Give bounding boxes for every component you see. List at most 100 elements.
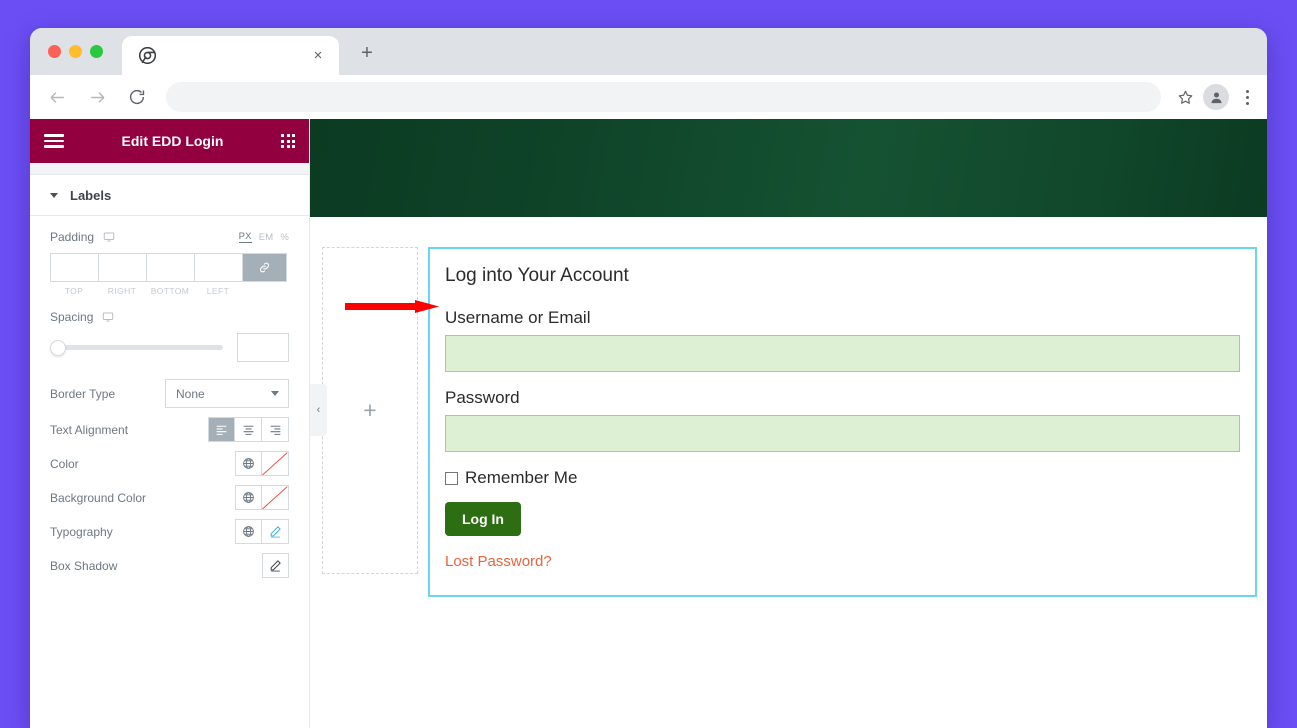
form-title: Log into Your Account	[445, 265, 629, 286]
new-tab-button[interactable]: +	[355, 41, 379, 65]
pencil-icon[interactable]	[262, 519, 289, 544]
close-tab-icon[interactable]: ×	[309, 46, 327, 64]
section-labels-header[interactable]: Labels	[30, 175, 309, 216]
browser-toolbar	[30, 75, 1267, 119]
panel-collapse-handle[interactable]: ‹	[310, 384, 327, 436]
section-title: Labels	[70, 187, 112, 203]
text-alignment-label: Text Alignment	[50, 422, 129, 437]
padding-units: PX EM %	[238, 231, 289, 243]
box-shadow-label: Box Shadow	[50, 558, 118, 573]
background-color-label: Background Color	[50, 490, 147, 505]
globe-icon[interactable]	[235, 519, 262, 544]
chrome-logo-icon	[138, 46, 157, 65]
password-input[interactable]	[445, 415, 1240, 452]
panel-subbar	[30, 163, 309, 175]
spacing-value-input[interactable]	[237, 333, 289, 362]
page-viewport: Edit EDD Login Labels Padding PX EM % TO…	[30, 119, 1267, 728]
control-typography: Typography	[50, 519, 289, 544]
padding-top-input[interactable]	[50, 253, 98, 282]
empty-column-dropzone[interactable]: +	[322, 247, 418, 574]
padding-label: Padding	[50, 230, 95, 244]
elementor-panel: Edit EDD Login Labels Padding PX EM % TO…	[30, 119, 310, 728]
padding-legend-left: LEFT	[206, 286, 230, 296]
color-none-swatch[interactable]	[262, 451, 289, 476]
control-box-shadow: Box Shadow	[50, 553, 289, 578]
panel-header: Edit EDD Login	[30, 119, 309, 163]
unit-percent[interactable]: %	[280, 232, 289, 243]
username-input[interactable]	[445, 335, 1240, 372]
maximize-window-button[interactable]	[90, 45, 103, 58]
monitor-icon[interactable]	[103, 231, 115, 243]
remember-me-row[interactable]: Remember Me	[445, 468, 1240, 488]
control-padding-header: Padding PX EM %	[50, 230, 289, 244]
padding-inputs	[50, 253, 289, 282]
edd-login-widget[interactable]: Log into Your Account Username or Email …	[428, 247, 1257, 597]
window-traffic-lights	[48, 45, 103, 58]
link-icon[interactable]	[242, 253, 287, 282]
back-icon[interactable]	[42, 82, 72, 112]
remember-me-label: Remember Me	[465, 468, 578, 487]
hero-banner	[310, 119, 1267, 217]
close-window-button[interactable]	[48, 45, 61, 58]
control-color: Color	[50, 451, 289, 476]
star-icon[interactable]	[1171, 83, 1199, 111]
text-alignment-group	[208, 417, 289, 442]
spacing-label: Spacing	[50, 310, 94, 324]
unit-em[interactable]: EM	[259, 232, 274, 243]
spacing-slider[interactable]	[50, 339, 223, 356]
align-left-icon[interactable]	[208, 417, 235, 442]
control-border-type: Border Type None	[50, 379, 289, 408]
add-widget-icon[interactable]: +	[363, 399, 376, 422]
border-type-value: None	[176, 386, 205, 401]
address-bar[interactable]	[166, 82, 1161, 112]
padding-legend-bottom: BOTTOM	[150, 286, 190, 296]
background-color-none-swatch[interactable]	[262, 485, 289, 510]
username-label: Username or Email	[445, 308, 591, 327]
color-label: Color	[50, 456, 79, 471]
chevron-down-icon	[271, 391, 279, 396]
color-swatch-group	[235, 451, 289, 476]
browser-tab-strip: × +	[30, 28, 1267, 75]
remember-me-checkbox[interactable]	[445, 471, 458, 485]
align-right-icon[interactable]	[262, 417, 289, 442]
page-title: Edit EDD Login	[121, 133, 224, 149]
lost-password-link[interactable]: Lost Password?	[445, 553, 1240, 570]
spacing-control	[50, 333, 289, 362]
hamburger-icon[interactable]	[44, 134, 64, 148]
editor-area: + Log into Your Account Username or Emai…	[310, 217, 1267, 597]
panel-body: Padding PX EM % TOP RIGHT BOTTOM LEFT Sp…	[30, 216, 309, 578]
preview-canvas: ‹ + Log into Your Account Username or Em…	[310, 119, 1267, 728]
padding-legend: TOP RIGHT BOTTOM LEFT	[50, 283, 289, 296]
background-color-swatch-group	[235, 485, 289, 510]
profile-avatar-icon[interactable]	[1203, 84, 1229, 110]
globe-icon[interactable]	[235, 485, 262, 510]
border-type-select[interactable]: None	[165, 379, 289, 408]
login-button[interactable]: Log In	[445, 502, 521, 536]
unit-px[interactable]: PX	[238, 231, 252, 243]
padding-left-input[interactable]	[194, 253, 242, 282]
forward-icon[interactable]	[82, 82, 112, 112]
pencil-icon[interactable]	[262, 553, 289, 578]
kebab-menu-icon[interactable]	[1235, 83, 1259, 111]
control-spacing-header: Spacing	[50, 310, 289, 324]
typography-group	[235, 519, 289, 544]
globe-icon[interactable]	[235, 451, 262, 476]
typography-label: Typography	[50, 524, 113, 539]
align-center-icon[interactable]	[235, 417, 262, 442]
border-type-label: Border Type	[50, 386, 116, 401]
padding-bottom-input[interactable]	[146, 253, 194, 282]
browser-window: × + Edit EDD Login Labels Padding PX EM …	[30, 28, 1267, 728]
control-text-alignment: Text Alignment	[50, 417, 289, 442]
chevron-down-icon	[50, 192, 58, 198]
reload-icon[interactable]	[122, 82, 152, 112]
padding-legend-top: TOP	[64, 286, 84, 296]
apps-grid-icon[interactable]	[281, 134, 295, 148]
minimize-window-button[interactable]	[69, 45, 82, 58]
slider-thumb[interactable]	[50, 339, 66, 356]
password-label: Password	[445, 388, 520, 407]
padding-legend-right: RIGHT	[107, 286, 137, 296]
browser-tab[interactable]: ×	[122, 36, 339, 75]
monitor-icon[interactable]	[102, 311, 114, 323]
padding-right-input[interactable]	[98, 253, 146, 282]
control-background-color: Background Color	[50, 485, 289, 510]
